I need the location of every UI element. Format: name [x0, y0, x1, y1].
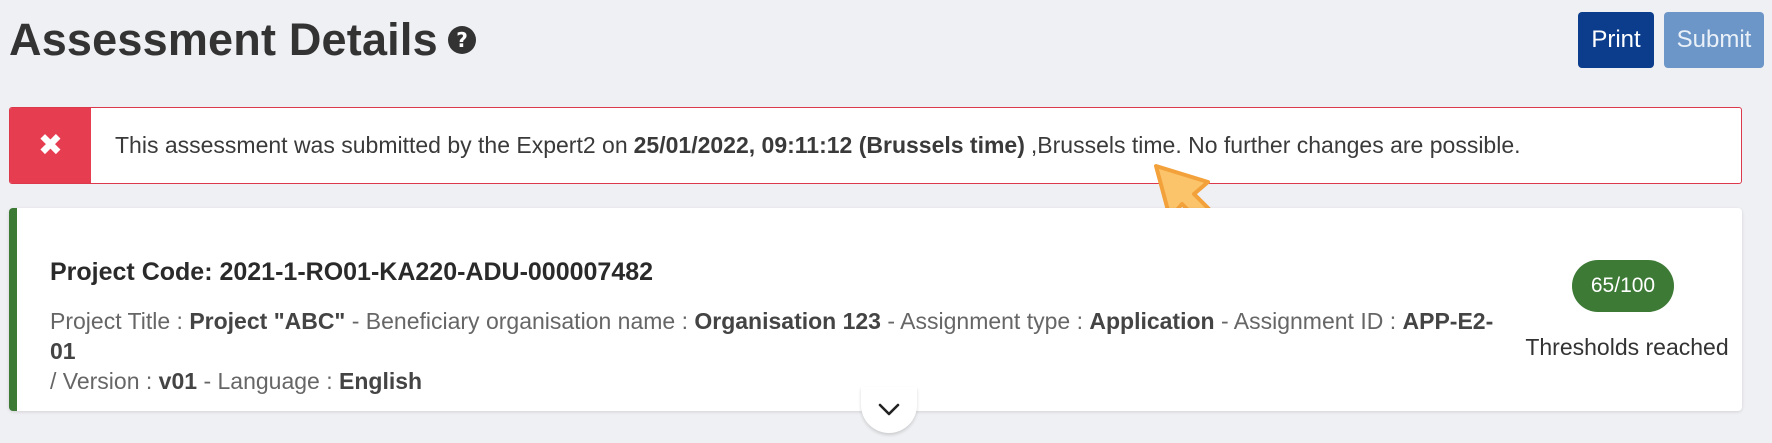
project-title-value: Project "ABC" [189, 308, 346, 334]
print-button[interactable]: Print [1578, 12, 1654, 68]
question-circle-icon[interactable]: ? [448, 26, 476, 54]
language-value: English [339, 368, 423, 394]
version-label: / Version : [50, 368, 153, 394]
submitted-alert: ✖ This assessment was submitted by the E… [9, 107, 1742, 184]
expand-button[interactable] [861, 387, 917, 433]
assignment-id-label: - Assignment ID : [1220, 308, 1397, 334]
alert-text-after: ,Brussels time. No further changes are p… [1030, 132, 1521, 158]
alert-message: This assessment was submitted by the Exp… [115, 108, 1521, 183]
page-header: Assessment Details ? Print Submit [9, 10, 1764, 72]
submit-button[interactable]: Submit [1664, 12, 1764, 68]
chevron-down-icon [878, 403, 900, 416]
project-title-label: Project Title : [50, 308, 183, 334]
version-value: v01 [158, 368, 198, 394]
page-title: Assessment Details [9, 14, 438, 65]
project-meta: Project Title : Project "ABC" - Benefici… [50, 306, 1510, 396]
beneficiary-value: Organisation 123 [694, 308, 881, 334]
assignment-type-label: - Assignment type : [887, 308, 1083, 334]
beneficiary-label: - Beneficiary organisation name : [351, 308, 688, 334]
project-card: Project Code: 2021-1-RO01-KA220-ADU-0000… [9, 208, 1742, 433]
language-label: - Language : [203, 368, 333, 394]
project-code: Project Code: 2021-1-RO01-KA220-ADU-0000… [50, 258, 654, 286]
alert-icon-box: ✖ [10, 108, 91, 183]
alert-text-date: 25/01/2022, 09:11:12 (Brussels time) [633, 132, 1025, 158]
alert-text-before: This assessment was submitted by the Exp… [115, 132, 628, 158]
score-badge: 65/100 [1572, 260, 1674, 312]
assignment-type-value: Application [1089, 308, 1215, 334]
threshold-status: Thresholds reached [1525, 334, 1729, 360]
close-icon: ✖ [37, 128, 64, 163]
